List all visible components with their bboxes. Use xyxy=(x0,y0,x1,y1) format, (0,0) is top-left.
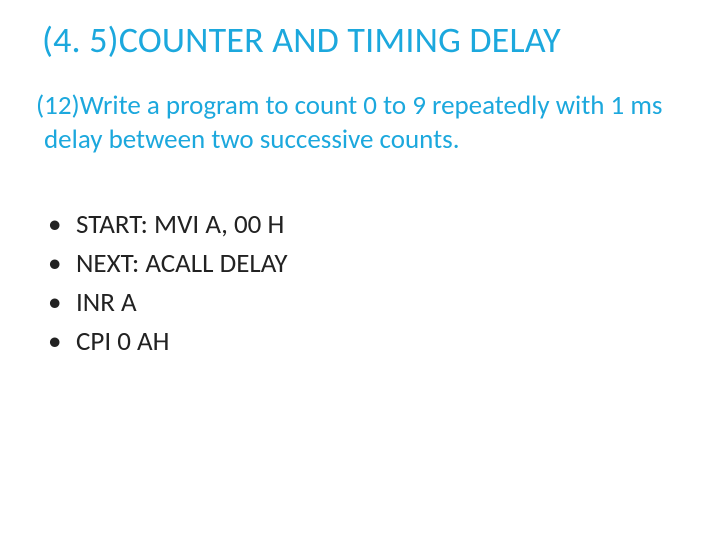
slide: (4. 5)COUNTER AND TIMING DELAY (12)Write… xyxy=(0,0,720,540)
code-list: START: MVI A, 00 H NEXT: ACALL DELAY INR… xyxy=(36,205,684,362)
list-item: CPI 0 AH xyxy=(44,322,684,361)
list-item: NEXT: ACALL DELAY xyxy=(44,244,684,283)
list-item: START: MVI A, 00 H xyxy=(44,205,684,244)
slide-title: (4. 5)COUNTER AND TIMING DELAY xyxy=(42,20,684,61)
question-text: (12)Write a program to count 0 to 9 repe… xyxy=(36,89,684,157)
list-item: INR A xyxy=(44,283,684,322)
